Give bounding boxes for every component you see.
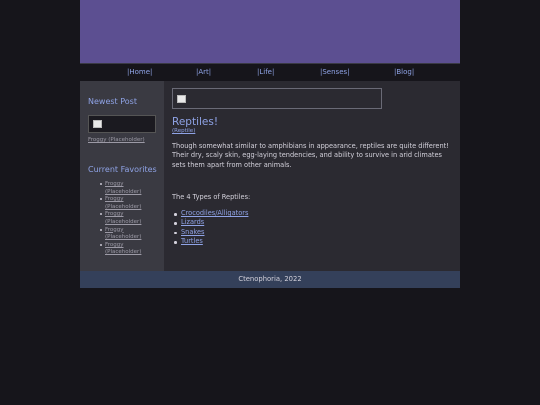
- nav-art-link[interactable]: |Art|: [196, 68, 211, 76]
- header-banner: [80, 0, 460, 63]
- reptile-types-list: Crocodiles/Alligators Lizards Snakes Tur…: [173, 209, 248, 247]
- post-tag-link[interactable]: (Reptile): [172, 128, 195, 134]
- favorite-link-subtitle[interactable]: (Placeholder): [105, 189, 141, 197]
- favorites-list: Froggy (Placeholder) Froggy (Placeholder) …: [99, 181, 141, 257]
- content-columns: Newest Post Froggy (Placeholder) Current…: [80, 81, 460, 271]
- favorite-link-title[interactable]: Froggy: [105, 181, 141, 189]
- favorite-link-subtitle[interactable]: (Placeholder): [105, 234, 141, 242]
- footer: Ctenophoria, 2022: [80, 271, 460, 288]
- list-item: Snakes: [173, 228, 248, 237]
- favorite-link-subtitle[interactable]: (Placeholder): [105, 204, 141, 212]
- broken-image-icon: [177, 95, 186, 103]
- favorite-link-title[interactable]: Froggy: [105, 211, 141, 219]
- favorite-link-title[interactable]: Froggy: [105, 227, 141, 235]
- favorite-link-title[interactable]: Froggy: [105, 196, 141, 204]
- nav-bar: |Home| |Art| |Life| |Senses| |Blog|: [80, 63, 460, 81]
- nav-blog-link[interactable]: |Blog|: [394, 68, 414, 76]
- type-link-lizards[interactable]: Lizards: [181, 218, 204, 226]
- favorite-item[interactable]: Froggy (Placeholder): [99, 227, 141, 242]
- post-hero-image: [172, 88, 382, 109]
- type-link-snakes[interactable]: Snakes: [181, 228, 204, 236]
- favorites-heading: Current Favorites: [88, 165, 157, 174]
- favorite-item[interactable]: Froggy (Placeholder): [99, 181, 141, 197]
- type-link-turtles[interactable]: Turtles: [181, 237, 203, 245]
- newest-post-link[interactable]: Froggy (Placeholder): [88, 137, 145, 143]
- main-content: Reptiles! (Reptile) Though somewhat simi…: [164, 81, 460, 271]
- sidebar: Newest Post Froggy (Placeholder) Current…: [80, 81, 164, 271]
- newest-post-heading: Newest Post: [88, 97, 137, 106]
- page-container: |Home| |Art| |Life| |Senses| |Blog| Newe…: [80, 0, 460, 288]
- post-body: Though somewhat similar to amphibians in…: [172, 142, 449, 169]
- favorite-link-title[interactable]: Froggy: [105, 242, 141, 250]
- list-item: Turtles: [173, 237, 248, 246]
- favorite-item[interactable]: Froggy (Placeholder): [99, 242, 141, 257]
- broken-image-icon: [93, 120, 102, 128]
- favorite-item[interactable]: Froggy (Placeholder): [99, 196, 141, 212]
- favorite-item[interactable]: Froggy (Placeholder): [99, 211, 141, 227]
- newest-post-thumbnail[interactable]: [88, 115, 156, 133]
- favorite-link-subtitle[interactable]: (Placeholder): [105, 219, 141, 227]
- post-title: Reptiles!: [172, 116, 219, 128]
- nav-home-link[interactable]: |Home|: [127, 68, 152, 76]
- list-item: Crocodiles/Alligators: [173, 209, 248, 218]
- list-item: Lizards: [173, 218, 248, 227]
- favorite-link-subtitle[interactable]: (Placeholder): [105, 249, 141, 257]
- nav-life-link[interactable]: |Life|: [257, 68, 274, 76]
- types-heading: The 4 Types of Reptiles:: [172, 193, 251, 201]
- type-link-crocodiles[interactable]: Crocodiles/Alligators: [181, 209, 248, 217]
- nav-senses-link[interactable]: |Senses|: [320, 68, 350, 76]
